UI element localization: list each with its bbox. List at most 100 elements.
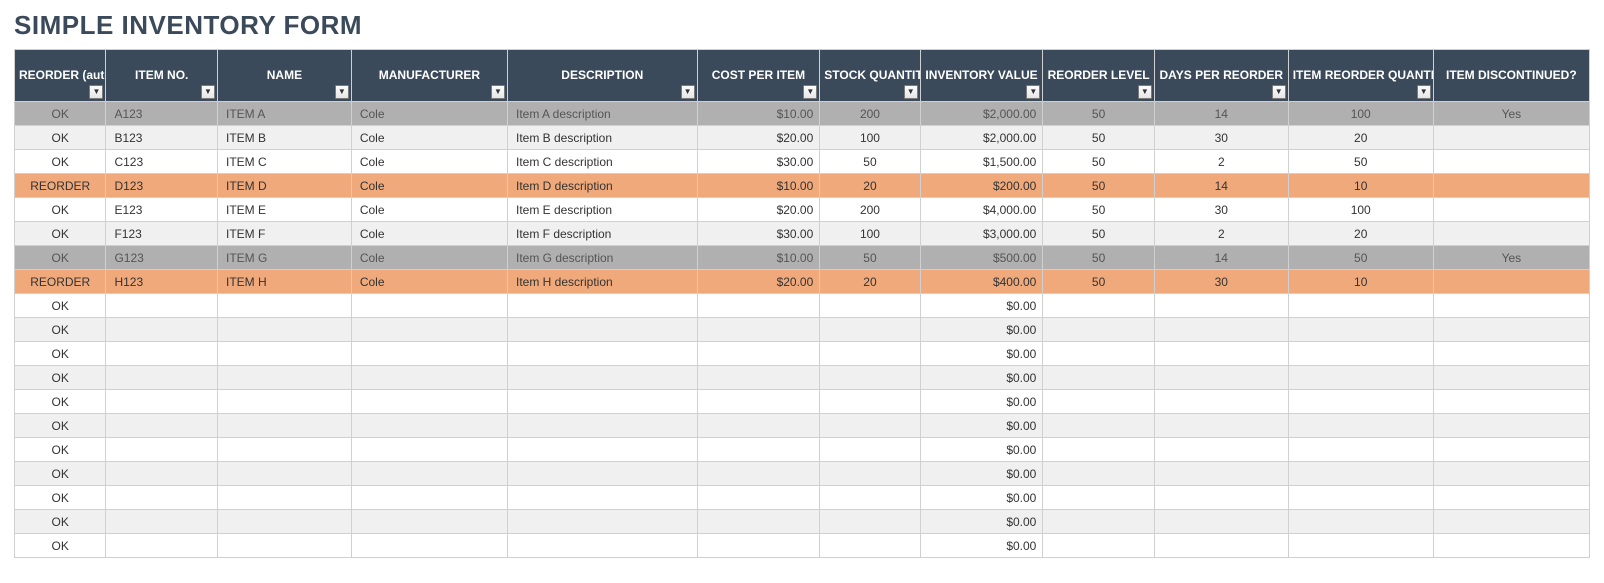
cell-stock[interactable]: 100 bbox=[820, 222, 920, 246]
header-itemno[interactable]: ITEM NO.▼ bbox=[106, 50, 218, 102]
cell-desc[interactable]: Item D description bbox=[507, 174, 697, 198]
cell-days[interactable] bbox=[1154, 366, 1288, 390]
header-cost[interactable]: COST PER ITEM▼ bbox=[697, 50, 820, 102]
header-desc[interactable]: DESCRIPTION▼ bbox=[507, 50, 697, 102]
cell-mfr[interactable]: Cole bbox=[351, 150, 507, 174]
cell-rqty[interactable]: 10 bbox=[1288, 270, 1433, 294]
cell-disc[interactable] bbox=[1433, 174, 1589, 198]
cell-mfr[interactable]: Cole bbox=[351, 126, 507, 150]
cell-desc[interactable] bbox=[507, 438, 697, 462]
cell-itemno[interactable] bbox=[106, 438, 218, 462]
cell-mfr[interactable]: Cole bbox=[351, 174, 507, 198]
cell-desc[interactable] bbox=[507, 462, 697, 486]
cell-mfr[interactable]: Cole bbox=[351, 270, 507, 294]
cell-rqty[interactable] bbox=[1288, 390, 1433, 414]
cell-status[interactable]: REORDER bbox=[15, 174, 106, 198]
cell-rqty[interactable]: 50 bbox=[1288, 246, 1433, 270]
cell-status[interactable]: OK bbox=[15, 246, 106, 270]
filter-dropdown-icon[interactable]: ▼ bbox=[1138, 85, 1152, 99]
cell-cost[interactable]: $20.00 bbox=[697, 198, 820, 222]
cell-status[interactable]: OK bbox=[15, 390, 106, 414]
cell-rlevel[interactable] bbox=[1043, 486, 1155, 510]
table-row[interactable]: OK $0.00 bbox=[15, 414, 1590, 438]
header-rqty[interactable]: ITEM REORDER QUANTITY▼ bbox=[1288, 50, 1433, 102]
cell-itemno[interactable]: G123 bbox=[106, 246, 218, 270]
cell-value[interactable]: $0.00 bbox=[920, 414, 1043, 438]
cell-days[interactable] bbox=[1154, 318, 1288, 342]
cell-disc[interactable] bbox=[1433, 294, 1589, 318]
cell-name[interactable]: ITEM E bbox=[217, 198, 351, 222]
cell-value[interactable]: $0.00 bbox=[920, 318, 1043, 342]
cell-desc[interactable]: Item H description bbox=[507, 270, 697, 294]
cell-value[interactable]: $3,000.00 bbox=[920, 222, 1043, 246]
cell-cost[interactable] bbox=[697, 534, 820, 558]
table-row[interactable]: OKG123ITEM GColeItem G description$10.00… bbox=[15, 246, 1590, 270]
cell-value[interactable]: $4,000.00 bbox=[920, 198, 1043, 222]
cell-stock[interactable]: 20 bbox=[820, 270, 920, 294]
cell-rqty[interactable]: 20 bbox=[1288, 126, 1433, 150]
cell-rlevel[interactable]: 50 bbox=[1043, 198, 1155, 222]
cell-value[interactable]: $500.00 bbox=[920, 246, 1043, 270]
filter-dropdown-icon[interactable]: ▼ bbox=[335, 85, 349, 99]
cell-rlevel[interactable] bbox=[1043, 318, 1155, 342]
cell-itemno[interactable] bbox=[106, 390, 218, 414]
cell-stock[interactable]: 50 bbox=[820, 246, 920, 270]
filter-dropdown-icon[interactable]: ▼ bbox=[89, 85, 103, 99]
cell-name[interactable] bbox=[217, 534, 351, 558]
cell-cost[interactable] bbox=[697, 486, 820, 510]
cell-cost[interactable] bbox=[697, 318, 820, 342]
header-name[interactable]: NAME▼ bbox=[217, 50, 351, 102]
cell-rqty[interactable]: 100 bbox=[1288, 102, 1433, 126]
cell-disc[interactable] bbox=[1433, 414, 1589, 438]
cell-days[interactable]: 2 bbox=[1154, 222, 1288, 246]
header-stock[interactable]: STOCK QUANTITY▼ bbox=[820, 50, 920, 102]
table-row[interactable]: OK$0.00 bbox=[15, 510, 1590, 534]
cell-rlevel[interactable] bbox=[1043, 510, 1155, 534]
cell-days[interactable] bbox=[1154, 510, 1288, 534]
cell-status[interactable]: OK bbox=[15, 318, 106, 342]
cell-desc[interactable] bbox=[507, 534, 697, 558]
cell-days[interactable] bbox=[1154, 534, 1288, 558]
cell-days[interactable]: 14 bbox=[1154, 174, 1288, 198]
cell-disc[interactable] bbox=[1433, 198, 1589, 222]
cell-stock[interactable]: 200 bbox=[820, 102, 920, 126]
cell-stock[interactable] bbox=[820, 390, 920, 414]
cell-itemno[interactable]: H123 bbox=[106, 270, 218, 294]
cell-rqty[interactable]: 50 bbox=[1288, 150, 1433, 174]
cell-cost[interactable] bbox=[697, 414, 820, 438]
cell-rlevel[interactable] bbox=[1043, 366, 1155, 390]
cell-name[interactable] bbox=[217, 342, 351, 366]
cell-cost[interactable] bbox=[697, 510, 820, 534]
table-row[interactable]: OK$0.00 bbox=[15, 534, 1590, 558]
cell-cost[interactable]: $10.00 bbox=[697, 174, 820, 198]
cell-days[interactable] bbox=[1154, 462, 1288, 486]
cell-name[interactable] bbox=[217, 294, 351, 318]
cell-value[interactable]: $2,000.00 bbox=[920, 102, 1043, 126]
cell-mfr[interactable]: Cole bbox=[351, 198, 507, 222]
cell-rqty[interactable] bbox=[1288, 342, 1433, 366]
table-row[interactable]: OK$0.00 bbox=[15, 390, 1590, 414]
cell-disc[interactable]: Yes bbox=[1433, 102, 1589, 126]
cell-desc[interactable]: Item E description bbox=[507, 198, 697, 222]
cell-name[interactable] bbox=[217, 486, 351, 510]
cell-mfr[interactable] bbox=[351, 462, 507, 486]
cell-status[interactable]: OK bbox=[15, 126, 106, 150]
filter-dropdown-icon[interactable]: ▼ bbox=[201, 85, 215, 99]
cell-value[interactable]: $400.00 bbox=[920, 270, 1043, 294]
cell-desc[interactable] bbox=[507, 414, 697, 438]
cell-rqty[interactable] bbox=[1288, 318, 1433, 342]
table-row[interactable]: REORDERH123ITEM HColeItem H description$… bbox=[15, 270, 1590, 294]
cell-status[interactable]: OK bbox=[15, 414, 106, 438]
cell-value[interactable]: $0.00 bbox=[920, 486, 1043, 510]
cell-rqty[interactable] bbox=[1288, 510, 1433, 534]
cell-desc[interactable] bbox=[507, 342, 697, 366]
filter-dropdown-icon[interactable]: ▼ bbox=[1417, 85, 1431, 99]
cell-mfr[interactable]: Cole bbox=[351, 246, 507, 270]
cell-value[interactable]: $0.00 bbox=[920, 510, 1043, 534]
cell-name[interactable] bbox=[217, 318, 351, 342]
cell-disc[interactable] bbox=[1433, 150, 1589, 174]
cell-name[interactable]: ITEM C bbox=[217, 150, 351, 174]
cell-status[interactable]: OK bbox=[15, 198, 106, 222]
cell-value[interactable]: $1,500.00 bbox=[920, 150, 1043, 174]
cell-stock[interactable] bbox=[820, 342, 920, 366]
